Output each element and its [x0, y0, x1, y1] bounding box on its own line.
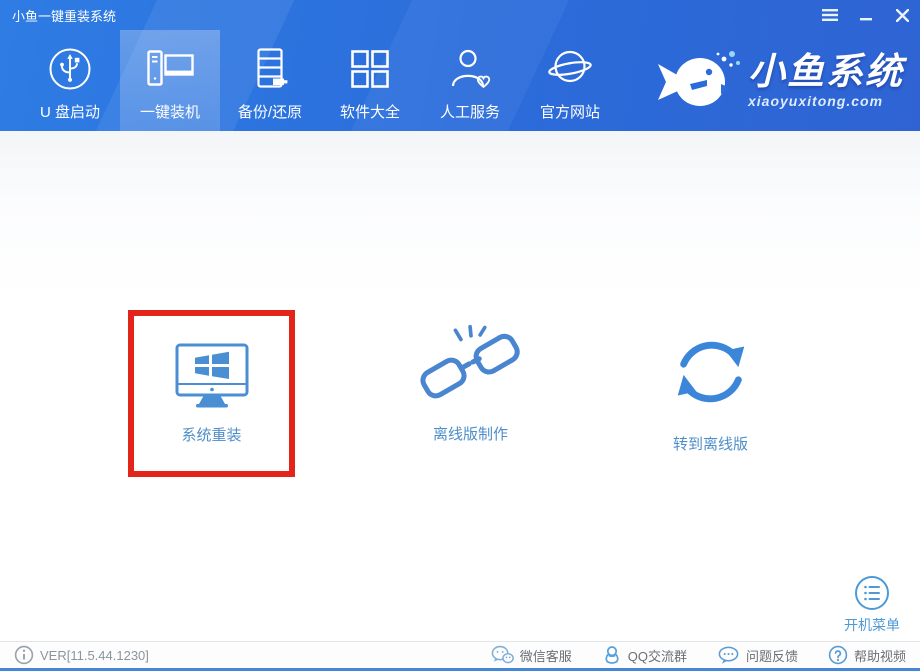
status-links: 微信客服 QQ交流群 问题反馈 — [491, 645, 906, 665]
broken-link-icon — [413, 323, 529, 411]
app-title: 小鱼一键重装系统 — [0, 6, 116, 25]
feature-label: 离线版制作 — [433, 423, 508, 444]
brand-name: 小鱼系统 — [748, 53, 904, 90]
help-icon — [828, 645, 848, 665]
nav-label: 软件大全 — [340, 101, 400, 122]
minimize-icon — [859, 9, 873, 21]
app-window: 小鱼一键重装系统 — [0, 0, 920, 671]
nav-label: 人工服务 — [440, 101, 500, 122]
apps-grid-icon — [346, 42, 394, 96]
boot-menu-icon — [853, 574, 891, 612]
app-header: 小鱼一键重装系统 — [0, 0, 920, 131]
qq-group-link[interactable]: QQ交流群 — [602, 645, 687, 665]
feature-label: 系统重装 — [181, 424, 241, 445]
brand-logo: 小鱼系统 xiaoyuxitong.com — [654, 30, 920, 131]
boot-menu-button[interactable]: 开机菜单 — [844, 574, 900, 635]
version-text: VER[11.5.44.1230] — [40, 648, 149, 663]
globe-icon — [546, 42, 594, 96]
nav-item-official-website[interactable]: 官方网站 — [520, 30, 620, 131]
nav-label: 官方网站 — [540, 101, 600, 122]
fish-logo-icon — [654, 48, 742, 114]
menu-icon — [822, 9, 838, 21]
titlebar: 小鱼一键重装系统 — [0, 0, 920, 30]
nav-item-backup-restore[interactable]: 备份/还原 — [220, 30, 320, 131]
brand-url: xiaoyuxitong.com — [748, 93, 883, 109]
feedback-icon — [717, 645, 740, 665]
menu-button[interactable] — [812, 0, 848, 30]
boot-menu-label: 开机菜单 — [844, 615, 900, 635]
nav-item-usb-boot[interactable]: U 盘启动 — [20, 30, 120, 131]
backup-icon — [246, 42, 294, 96]
status-link-label: 微信客服 — [520, 646, 572, 665]
minimize-button[interactable] — [848, 0, 884, 30]
window-controls — [812, 0, 920, 30]
feature-system-reinstall[interactable]: 系统重装 — [128, 310, 295, 477]
main-area: 系统重装 离线版制作 — [0, 131, 920, 641]
version-info: VER[11.5.44.1230] — [14, 645, 149, 665]
sync-arrows-icon — [664, 327, 758, 415]
statusbar: VER[11.5.44.1230] 微信客服 — [0, 641, 920, 668]
nav-item-software-collection[interactable]: 软件大全 — [320, 30, 420, 131]
feature-go-offline[interactable]: 转到离线版 — [628, 327, 793, 454]
feature-label: 转到离线版 — [673, 433, 748, 454]
info-icon — [14, 645, 34, 665]
support-person-icon — [446, 42, 494, 96]
status-link-label: QQ交流群 — [628, 646, 687, 665]
nav-item-one-click-install[interactable]: 一键装机 — [120, 30, 220, 131]
wechat-support-link[interactable]: 微信客服 — [491, 645, 572, 665]
help-video-link[interactable]: 帮助视频 — [828, 645, 906, 665]
close-icon — [896, 9, 909, 22]
status-link-label: 问题反馈 — [746, 646, 798, 665]
computer-icon — [144, 42, 196, 96]
feature-offline-maker[interactable]: 离线版制作 — [388, 323, 553, 444]
monitor-windows-icon — [164, 342, 260, 412]
nav-label: 备份/还原 — [238, 101, 302, 122]
nav-item-human-service[interactable]: 人工服务 — [420, 30, 520, 131]
navbar: U 盘启动 一键装机 — [0, 30, 920, 131]
nav-label: U 盘启动 — [40, 101, 100, 122]
status-link-label: 帮助视频 — [854, 646, 906, 665]
usb-icon — [46, 42, 94, 96]
close-button[interactable] — [884, 0, 920, 30]
nav-label: 一键装机 — [140, 101, 200, 122]
qq-icon — [602, 645, 622, 665]
feedback-link[interactable]: 问题反馈 — [717, 645, 798, 665]
wechat-icon — [491, 645, 514, 665]
brand-text: 小鱼系统 xiaoyuxitong.com — [748, 53, 904, 109]
